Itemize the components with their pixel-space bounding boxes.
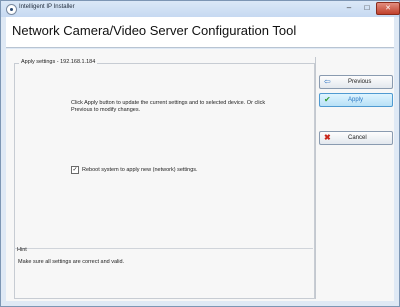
previous-label: Previous — [348, 79, 372, 85]
main-content: Apply settings - 192.168.1.184 Click App… — [6, 49, 394, 301]
hint-text: Make sure all settings are correct and v… — [18, 259, 125, 265]
page-title: Network Camera/Video Server Configuratio… — [12, 23, 297, 38]
maximize-button[interactable]: □ — [358, 2, 376, 14]
hint-legend: Hint — [17, 247, 27, 253]
apply-settings-legend: Apply settings - 192.168.1.184 — [19, 59, 98, 65]
hint-divider — [14, 248, 313, 249]
reboot-option[interactable]: ✓ Reboot system to apply new (network) s… — [71, 166, 198, 174]
header-banner: Network Camera/Video Server Configuratio… — [6, 17, 394, 48]
app-window: Intelligent IP Installer – □ ✕ Network C… — [0, 0, 400, 307]
apply-button[interactable]: ✔ Apply — [319, 93, 393, 107]
button-panel-divider — [315, 57, 316, 299]
reboot-label: Reboot system to apply new (network) set… — [82, 167, 198, 173]
previous-button[interactable]: ⇦ Previous — [319, 75, 393, 89]
red-x-icon: ✖ — [324, 133, 331, 142]
instructions-text: Click Apply button to update the current… — [71, 100, 266, 113]
apply-label: Apply — [348, 97, 364, 103]
close-button[interactable]: ✕ — [376, 2, 400, 15]
left-arrow-icon: ⇦ — [324, 77, 331, 86]
minimize-button[interactable]: – — [340, 2, 358, 14]
checkmark-icon: ✔ — [324, 95, 331, 104]
reboot-checkbox[interactable]: ✓ — [71, 166, 79, 174]
title-bar[interactable]: Intelligent IP Installer – □ ✕ — [1, 1, 400, 17]
cancel-button[interactable]: ✖ Cancel — [319, 131, 393, 145]
cancel-label: Cancel — [348, 135, 367, 141]
window-title: Intelligent IP Installer — [19, 4, 75, 10]
app-icon — [6, 4, 17, 15]
